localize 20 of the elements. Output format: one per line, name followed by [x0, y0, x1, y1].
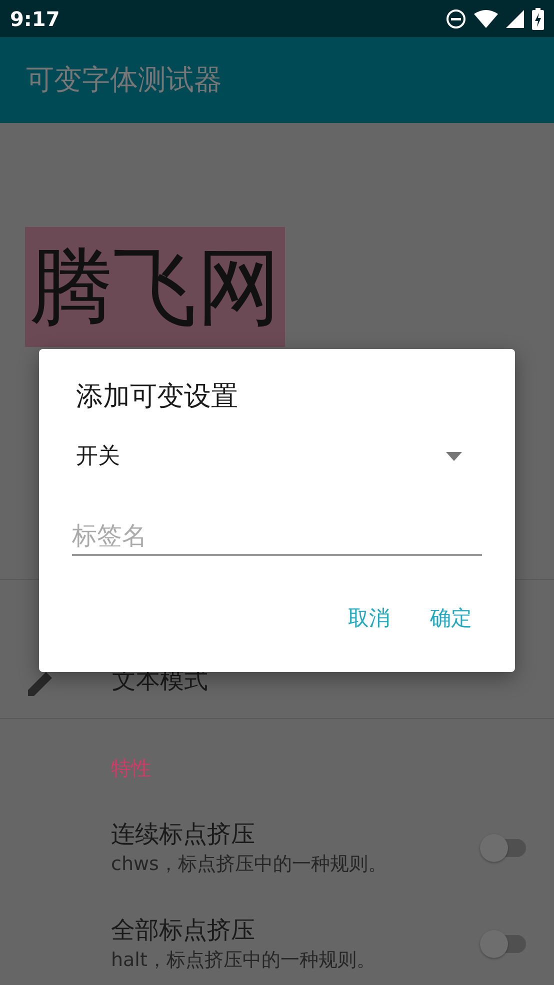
setting-description: halt，标点挤压中的一种规则。: [111, 948, 376, 973]
type-dropdown[interactable]: 开关: [76, 441, 482, 471]
status-time: 9:17: [10, 6, 60, 30]
dialog-button[interactable]: 取消: [338, 598, 400, 638]
app-title: 可变字体测试器: [26, 62, 222, 98]
setting-title: 连续标点挤压: [111, 819, 256, 850]
toggle-switch[interactable]: [480, 930, 528, 958]
toggle-switch[interactable]: [480, 834, 528, 862]
dialog-button[interactable]: 确定: [420, 598, 482, 638]
dropdown-caret-icon: [446, 452, 462, 460]
wifi-icon: [474, 10, 498, 28]
signal-icon: [506, 10, 524, 28]
setting-description: chws，标点挤压中的一种规则。: [111, 852, 388, 877]
dialog-title: 添加可变设置: [76, 380, 239, 414]
do-not-disturb-icon: [446, 8, 466, 28]
font-preview: 腾飞网: [25, 227, 285, 347]
setting-title: 全部标点挤压: [111, 915, 256, 946]
battery-icon: [532, 8, 544, 30]
section-header: 特性: [111, 756, 151, 780]
label-name-field[interactable]: 标签名: [72, 521, 482, 556]
